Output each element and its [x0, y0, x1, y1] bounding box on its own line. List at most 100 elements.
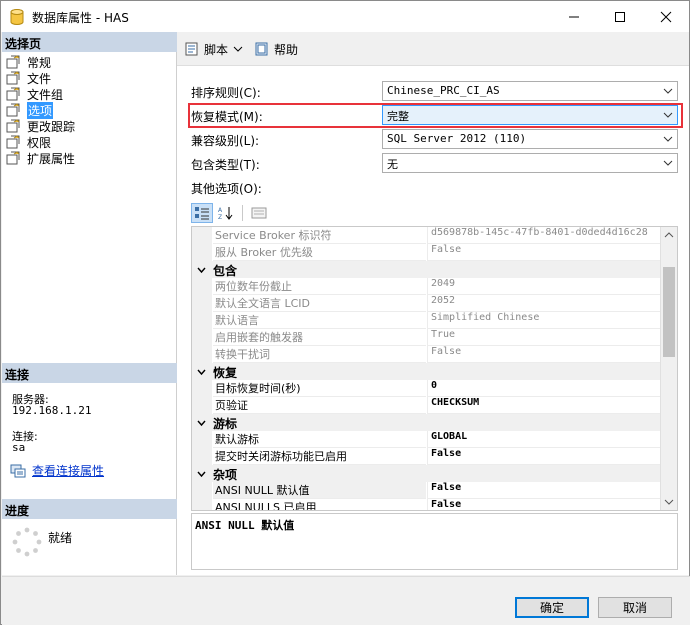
category-label: 游标: [213, 417, 238, 431]
footer: 确定 取消: [2, 576, 690, 625]
help-label: 帮助: [274, 42, 299, 57]
property-value[interactable]: 0: [427, 380, 662, 397]
script-label: 脚本: [204, 42, 229, 57]
property-row[interactable]: Service Broker 标识符 d569878b-145c-47fb-840…: [192, 227, 662, 244]
property-value[interactable]: d569878b-145c-47fb-8401-d0ded4d16c28: [427, 227, 662, 244]
database-icon: [10, 9, 24, 25]
collapse-icon[interactable]: [197, 418, 206, 427]
page-icon: [6, 103, 20, 117]
property-pages-button[interactable]: [248, 203, 270, 223]
page-item-label: 文件组: [27, 87, 64, 102]
property-row[interactable]: 提交时关闭游标功能已启用 False: [192, 448, 662, 465]
row-gutter: [192, 482, 212, 499]
page-item[interactable]: 扩展属性: [6, 150, 75, 166]
server-value: 192.168.1.21: [12, 404, 92, 417]
row-gutter: [192, 380, 212, 397]
page-item[interactable]: 更改跟踪: [6, 118, 75, 134]
minimize-icon: [569, 16, 579, 17]
row-gutter: [192, 448, 212, 465]
select-page-header: 选择页: [2, 32, 177, 52]
progress-header: 进度: [2, 499, 177, 519]
property-row[interactable]: 默认全文语言 LCID 2052: [192, 295, 662, 312]
page-item-label: 选项: [27, 101, 54, 119]
property-name: 目标恢复时间(秒): [213, 380, 426, 397]
property-row[interactable]: 两位数年份截止 2049: [192, 278, 662, 295]
row-gutter: [192, 329, 212, 346]
minimize-button[interactable]: [551, 1, 597, 32]
connection-icon: [10, 464, 26, 477]
containment-type-select[interactable]: 无: [382, 153, 678, 173]
categorized-button[interactable]: [191, 203, 213, 223]
svg-text:A: A: [218, 207, 223, 214]
property-value[interactable]: True: [427, 329, 662, 346]
property-row[interactable]: 默认游标 GLOBAL: [192, 431, 662, 448]
connection-value: sa: [12, 441, 26, 454]
property-row[interactable]: ANSI NULLS 已启用 False: [192, 499, 662, 510]
property-row[interactable]: 转换干扰词 False: [192, 346, 662, 363]
category-row[interactable]: 杂项: [192, 465, 662, 482]
row-gutter: [192, 499, 212, 510]
page-item[interactable]: 文件组: [6, 86, 63, 102]
property-row[interactable]: 页验证 CHECKSUM: [192, 397, 662, 414]
property-name: 启用嵌套的触发器: [213, 329, 426, 346]
property-value[interactable]: 2049: [427, 278, 662, 295]
maximize-button[interactable]: [597, 1, 643, 32]
close-button[interactable]: [643, 1, 689, 32]
property-value[interactable]: False: [427, 482, 662, 499]
containment-value: 无: [387, 158, 398, 171]
collapse-icon[interactable]: [197, 265, 206, 274]
row-gutter: [192, 397, 212, 414]
property-grid[interactable]: Service Broker 标识符 d569878b-145c-47fb-840…: [191, 226, 678, 511]
property-value[interactable]: False: [427, 244, 662, 261]
property-row[interactable]: 服从 Broker 优先级 False: [192, 244, 662, 261]
connection-header: 连接: [2, 363, 177, 383]
property-value[interactable]: GLOBAL: [427, 431, 662, 448]
page-item-label: 权限: [27, 135, 52, 150]
page-item[interactable]: 常规: [6, 54, 51, 70]
property-value[interactable]: Simplified Chinese: [427, 312, 662, 329]
page-item[interactable]: 选项: [6, 101, 54, 119]
property-value[interactable]: 2052: [427, 295, 662, 312]
cancel-button[interactable]: 取消: [598, 597, 672, 618]
close-icon: [660, 11, 672, 22]
scroll-up-icon[interactable]: [664, 230, 674, 240]
property-row[interactable]: 默认语言 Simplified Chinese: [192, 312, 662, 329]
collapse-icon[interactable]: [197, 469, 206, 478]
toolbar: 脚本 帮助: [177, 32, 689, 66]
chevron-down-icon: [663, 160, 673, 166]
property-grid-scrollbar[interactable]: [660, 227, 677, 510]
property-value[interactable]: False: [427, 346, 662, 363]
category-row[interactable]: 包含: [192, 261, 662, 278]
property-value[interactable]: False: [427, 448, 662, 465]
category-row[interactable]: 恢复: [192, 363, 662, 380]
scroll-down-icon[interactable]: [664, 497, 674, 507]
row-gutter: [192, 278, 212, 295]
categorized-icon: [195, 207, 209, 220]
view-connection-properties[interactable]: 查看连接属性: [10, 462, 104, 479]
category-row[interactable]: 游标: [192, 414, 662, 431]
property-name: Service Broker 标识符: [213, 227, 426, 244]
ok-button[interactable]: 确定: [515, 597, 589, 618]
property-row[interactable]: 目标恢复时间(秒) 0: [192, 380, 662, 397]
category-label: 包含: [213, 264, 238, 278]
property-row[interactable]: ANSI NULL 默认值 False: [192, 482, 662, 499]
description-panel: ANSI NULL 默认值: [191, 513, 678, 570]
chevron-down-icon: [663, 136, 673, 142]
compatibility-level-select[interactable]: SQL Server 2012 (110): [382, 129, 678, 149]
alphabetical-button[interactable]: A Z: [215, 203, 237, 223]
help-icon: [255, 42, 268, 56]
scrollbar-thumb[interactable]: [663, 267, 675, 357]
property-row[interactable]: 启用嵌套的触发器 True: [192, 329, 662, 346]
window-title: 数据库属性 - HAS: [32, 11, 129, 25]
property-value[interactable]: False: [427, 499, 662, 510]
page-item[interactable]: 文件: [6, 70, 51, 86]
property-value[interactable]: CHECKSUM: [427, 397, 662, 414]
help-button[interactable]: 帮助: [254, 40, 298, 58]
page-item[interactable]: 权限: [6, 134, 51, 150]
collation-select[interactable]: Chinese_PRC_CI_AS: [382, 81, 678, 101]
collapse-icon[interactable]: [197, 367, 206, 376]
property-name: ANSI NULL 默认值: [213, 482, 426, 499]
script-button[interactable]: 脚本: [184, 40, 247, 58]
view-connection-link[interactable]: 查看连接属性: [32, 462, 104, 479]
page-item-label: 扩展属性: [27, 151, 76, 166]
